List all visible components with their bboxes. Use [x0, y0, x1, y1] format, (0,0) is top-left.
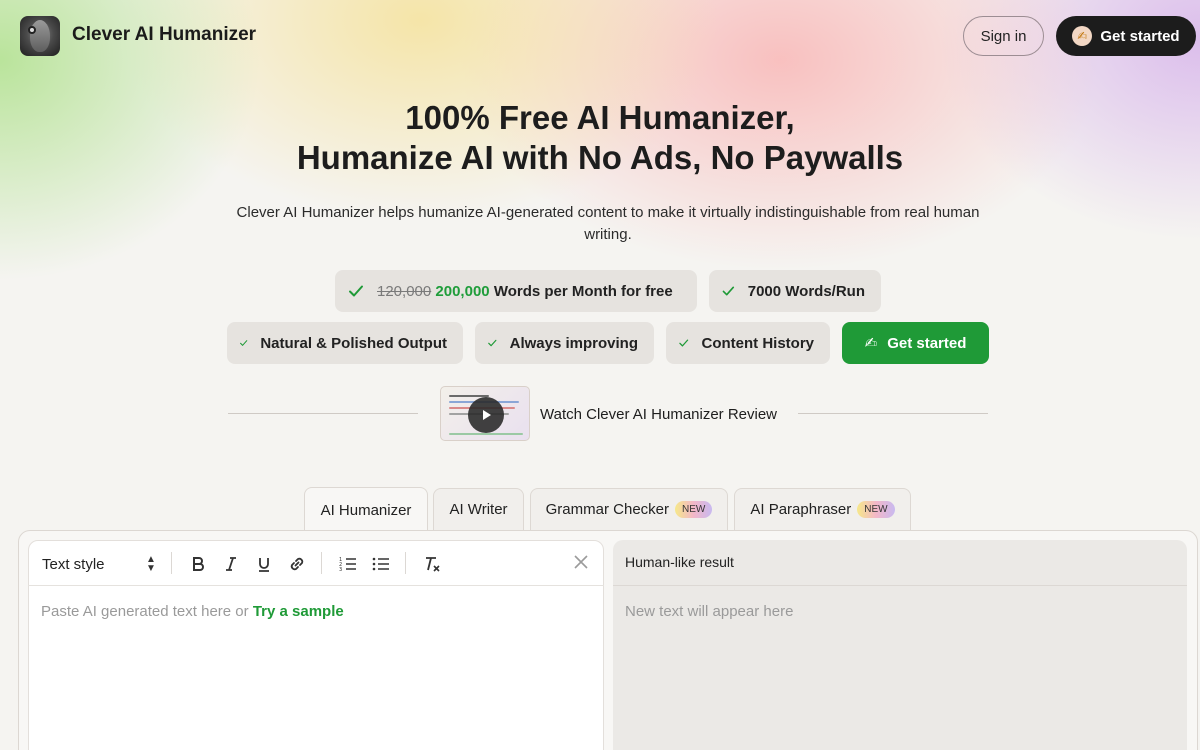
new-badge: NEW	[675, 501, 713, 518]
bullet-list-button[interactable]	[370, 553, 392, 575]
thumb-line	[449, 433, 523, 435]
always-improving-label: Always improving	[509, 334, 638, 352]
check-icon	[240, 340, 248, 346]
select-caret-icon: ▲ ▼	[146, 554, 156, 574]
tab-label: AI Writer	[449, 501, 508, 518]
page-title: 100% Free AI Humanizer, Humanize AI with…	[0, 98, 1200, 178]
link-button[interactable]	[286, 553, 308, 575]
pencil-icon: ✍	[1072, 26, 1093, 46]
video-thumbnail[interactable]	[440, 386, 530, 441]
check-icon	[722, 286, 735, 296]
result-placeholder: New text will appear here	[625, 603, 794, 620]
check-icon	[488, 339, 497, 347]
tab-label: Grammar Checker	[545, 501, 669, 518]
divider-left	[228, 413, 418, 414]
page-title-line-1: 100% Free AI Humanizer,	[405, 99, 795, 136]
content-history-label: Content History	[701, 334, 815, 352]
feature-natural-output: Natural & Polished Output	[227, 322, 463, 364]
page-title-line-2: Humanize AI with No Ads, No Paywalls	[296, 139, 904, 176]
editor-placeholder-text: Paste AI generated text here or	[41, 603, 253, 620]
new-badge: NEW	[857, 501, 895, 518]
italic-button[interactable]	[220, 553, 242, 575]
bullet-list-icon	[372, 557, 389, 571]
toolbar-separator	[321, 552, 322, 574]
tab-ai-writer[interactable]: AI Writer	[433, 488, 524, 530]
underline-button[interactable]	[253, 553, 275, 575]
tab-ai-humanizer[interactable]: AI Humanizer	[304, 487, 428, 533]
logo-face	[30, 20, 50, 52]
bold-icon	[193, 557, 204, 571]
natural-output-label: Natural & Polished Output	[260, 334, 447, 352]
tab-grammar-checker[interactable]: Grammar Checker NEW	[530, 488, 728, 530]
clear-format-icon	[426, 557, 440, 572]
writing-hand-icon: ✍	[864, 335, 878, 352]
tab-label: AI Paraphraser	[750, 501, 852, 518]
text-style-select[interactable]: Text style	[42, 556, 105, 573]
hero-get-started-label: Get started	[887, 334, 967, 352]
try-sample-link[interactable]: Try a sample	[253, 603, 344, 620]
new-word-limit: 200,000	[435, 282, 490, 300]
feature-words-per-run: 7000 Words/Run	[709, 270, 881, 312]
words-per-month-label: Words per Month for free	[493, 282, 673, 300]
close-icon	[574, 555, 588, 569]
check-icon	[679, 339, 689, 347]
result-title: Human-like result	[625, 554, 734, 570]
feature-words-per-month: 120,000 200,000 Words per Month for free	[335, 270, 697, 312]
logo-image[interactable]	[20, 16, 60, 56]
words-per-run-label: 7000 Words/Run	[747, 282, 865, 300]
clear-format-button[interactable]	[421, 553, 443, 575]
hero-get-started-button[interactable]: ✍ Get started	[842, 322, 989, 364]
ordered-list-icon: 123	[339, 557, 356, 573]
watch-review-link[interactable]: Watch Clever AI Humanizer Review	[540, 406, 777, 423]
toolbar-separator	[171, 552, 172, 574]
input-editor[interactable]	[28, 540, 604, 750]
result-panel	[613, 540, 1187, 750]
editor-toolbar-divider	[28, 585, 604, 586]
result-header-divider	[613, 585, 1187, 586]
toolbar-separator	[405, 552, 406, 574]
clear-text-button[interactable]	[570, 551, 592, 573]
old-word-limit: 120,000	[377, 282, 432, 300]
logo-eye-icon	[28, 26, 36, 34]
link-icon	[290, 557, 304, 571]
ordered-list-button[interactable]: 123	[337, 553, 359, 575]
sign-in-button[interactable]: Sign in	[963, 16, 1044, 56]
divider-right	[798, 413, 988, 414]
feature-always-improving: Always improving	[475, 322, 654, 364]
feature-content-history: Content History	[666, 322, 830, 364]
bold-button[interactable]	[187, 553, 209, 575]
svg-text:3: 3	[339, 567, 342, 573]
play-icon[interactable]	[468, 397, 504, 433]
underline-icon	[259, 558, 269, 572]
tab-ai-paraphraser[interactable]: AI Paraphraser NEW	[734, 488, 911, 530]
tab-label: AI Humanizer	[320, 502, 412, 519]
check-icon	[349, 285, 363, 297]
page-subtitle: Clever AI Humanizer helps humanize AI-ge…	[236, 204, 980, 243]
brand-name[interactable]: Clever AI Humanizer	[72, 24, 256, 46]
header-get-started-label: Get started	[1100, 27, 1180, 45]
editor-placeholder[interactable]: Paste AI generated text here or Try a sa…	[41, 603, 344, 620]
italic-icon	[226, 557, 236, 571]
header-get-started-button[interactable]: ✍ Get started	[1056, 16, 1196, 56]
